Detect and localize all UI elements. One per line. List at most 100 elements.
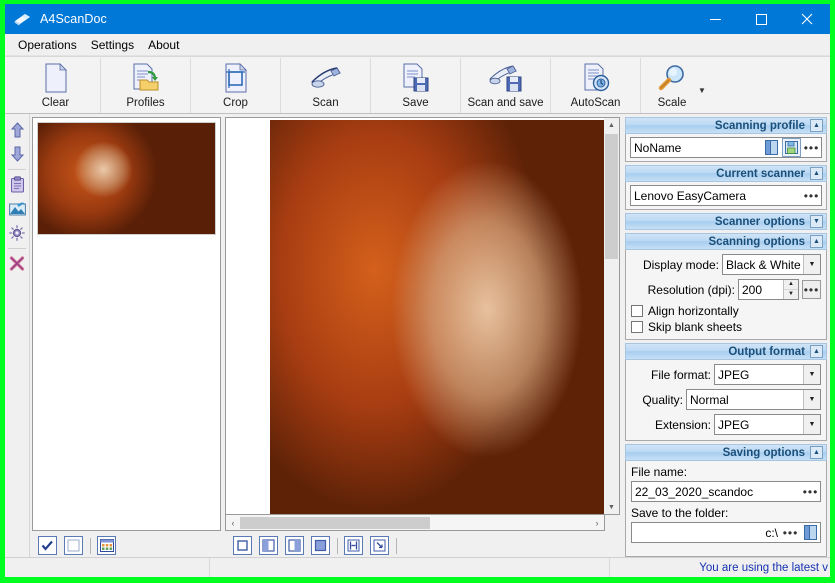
- preview-canvas[interactable]: [225, 117, 604, 515]
- zoom-actual-size-button[interactable]: [233, 536, 252, 555]
- output-format-header[interactable]: Output format ▲: [625, 343, 827, 360]
- horizontal-scroll-thumb[interactable]: [240, 517, 430, 529]
- file-name-input[interactable]: 22_03_2020_scandoc •••: [631, 481, 821, 502]
- vertical-scroll-track[interactable]: [604, 132, 619, 500]
- resolution-increment-icon[interactable]: ▲: [784, 280, 798, 290]
- scanning-options-header[interactable]: Scanning options ▲: [625, 233, 827, 250]
- scroll-up-button[interactable]: ▲: [604, 118, 619, 132]
- quality-value: Normal: [690, 393, 803, 407]
- fit-width-button[interactable]: [344, 536, 363, 555]
- resolution-decrement-icon[interactable]: ▼: [784, 290, 798, 300]
- preview-horizontal-scrollbar[interactable]: ‹ ›: [225, 515, 605, 531]
- list-item[interactable]: [37, 122, 216, 235]
- maximize-button[interactable]: [738, 4, 784, 34]
- toolbar-scale-button[interactable]: Scale ▼: [641, 58, 723, 113]
- folder-more-button[interactable]: •••: [781, 523, 800, 542]
- rail-move-down-button[interactable]: [6, 142, 28, 165]
- menu-operations[interactable]: Operations: [11, 35, 84, 55]
- collapse-scanning-options-icon[interactable]: ▲: [810, 235, 823, 248]
- toolbar-autoscan-button[interactable]: AutoScan: [551, 58, 641, 113]
- options-panel: Scanning profile ▲ NoName: [622, 114, 830, 557]
- grid-view-button[interactable]: [97, 536, 116, 555]
- blank-page-icon: [39, 62, 73, 94]
- toolbar-clear-label: Clear: [42, 97, 69, 109]
- scale-dropdown-arrow-icon[interactable]: ▼: [691, 86, 713, 95]
- extension-chevron-down-icon[interactable]: ▼: [803, 415, 820, 434]
- quality-select[interactable]: Normal ▼: [686, 389, 821, 410]
- resolution-spin-buttons[interactable]: ▲ ▼: [783, 280, 798, 299]
- toolbar-scan-and-save-label: Scan and save: [467, 97, 543, 109]
- current-scanner-value: Lenovo EasyCamera: [634, 189, 801, 203]
- collapse-output-format-icon[interactable]: ▲: [810, 345, 823, 358]
- file-format-chevron-down-icon[interactable]: ▼: [803, 365, 820, 384]
- current-scanner-header[interactable]: Current scanner ▲: [625, 165, 827, 182]
- scanner-options-header[interactable]: Scanner options ▼: [625, 213, 827, 230]
- zoom-fill-button[interactable]: [311, 536, 330, 555]
- current-scanner-more-button[interactable]: •••: [802, 186, 821, 205]
- skip-blank-sheets-row[interactable]: Skip blank sheets: [631, 320, 821, 334]
- current-scanner-row: Lenovo EasyCamera •••: [630, 185, 822, 206]
- clipboard-icon: [10, 176, 25, 193]
- select-all-button[interactable]: [38, 536, 57, 555]
- quality-chevron-down-icon[interactable]: ▼: [803, 390, 820, 409]
- brightness-icon: [9, 225, 25, 241]
- resolution-more-button[interactable]: •••: [802, 280, 821, 299]
- close-button[interactable]: [784, 4, 830, 34]
- menu-about[interactable]: About: [141, 35, 186, 55]
- toolbar-save-button[interactable]: Save: [371, 58, 461, 113]
- thumbnail-list[interactable]: [32, 117, 221, 531]
- display-mode-select[interactable]: Black & White ▼: [722, 254, 821, 275]
- status-message[interactable]: You are using the latest v: [610, 558, 830, 578]
- title-bar: A4ScanDoc: [5, 4, 830, 34]
- horizontal-scroll-track[interactable]: [240, 516, 590, 530]
- toolbar-scan-and-save-button[interactable]: Scan and save: [461, 58, 551, 113]
- scanning-profile-more-button[interactable]: •••: [802, 138, 821, 157]
- file-name-more-button[interactable]: •••: [801, 482, 820, 501]
- vertical-scroll-thumb[interactable]: [605, 134, 618, 259]
- fit-height-icon: [373, 539, 386, 552]
- collapse-scanning-profile-icon[interactable]: ▲: [810, 119, 823, 132]
- scanned-page-preview[interactable]: [270, 120, 604, 515]
- folder-input[interactable]: c:\ •••: [631, 522, 821, 543]
- align-horizontally-row[interactable]: Align horizontally: [631, 304, 821, 318]
- display-mode-chevron-down-icon[interactable]: ▼: [803, 255, 820, 274]
- rail-delete-button[interactable]: [6, 252, 28, 275]
- preview-photo: [270, 120, 604, 515]
- folder-browse-button[interactable]: [801, 523, 820, 542]
- scanning-profile-header[interactable]: Scanning profile ▲: [625, 117, 827, 134]
- fit-height-button[interactable]: [370, 536, 389, 555]
- current-scanner-input[interactable]: Lenovo EasyCamera •••: [630, 185, 822, 206]
- zoom-half-button[interactable]: [259, 536, 278, 555]
- output-format-body: File format: JPEG ▼ Quality: Normal ▼ Ex…: [625, 360, 827, 441]
- toolbar-crop-button[interactable]: Crop: [191, 58, 281, 113]
- collapse-saving-options-icon[interactable]: ▲: [810, 446, 823, 459]
- output-format-title: Output format: [728, 346, 805, 358]
- minimize-button[interactable]: [692, 4, 738, 34]
- skip-blank-sheets-checkbox[interactable]: [631, 321, 643, 333]
- extension-select[interactable]: JPEG ▼: [714, 414, 821, 435]
- collapse-current-scanner-icon[interactable]: ▲: [810, 167, 823, 180]
- toolbar-profiles-button[interactable]: Profiles: [101, 58, 191, 113]
- scroll-left-button[interactable]: ‹: [226, 518, 240, 528]
- toolbar-clear-button[interactable]: Clear: [11, 58, 101, 113]
- save-profile-button[interactable]: [782, 138, 801, 157]
- zoom-page-button[interactable]: [285, 536, 304, 555]
- open-profile-button[interactable]: [762, 138, 781, 157]
- align-horizontally-checkbox[interactable]: [631, 305, 643, 317]
- scanner-icon: [309, 62, 343, 94]
- toolbar-scan-button[interactable]: Scan: [281, 58, 371, 113]
- scanning-profile-input[interactable]: NoName: [630, 137, 822, 158]
- resolution-stepper[interactable]: 200 ▲ ▼: [738, 279, 799, 300]
- rail-clipboard-button[interactable]: [6, 173, 28, 196]
- saving-options-header[interactable]: Saving options ▲: [625, 444, 827, 461]
- rail-rotate-image-button[interactable]: [6, 197, 28, 220]
- file-format-select[interactable]: JPEG ▼: [714, 364, 821, 385]
- preview-vertical-scrollbar[interactable]: ▲ ▼: [604, 117, 620, 515]
- rail-brightness-button[interactable]: [6, 221, 28, 244]
- expand-scanner-options-icon[interactable]: ▼: [810, 215, 823, 228]
- deselect-all-button[interactable]: [64, 536, 83, 555]
- scroll-right-button[interactable]: ›: [590, 518, 604, 528]
- scroll-down-button[interactable]: ▼: [604, 500, 619, 514]
- rail-move-up-button[interactable]: [6, 118, 28, 141]
- menu-settings[interactable]: Settings: [84, 35, 141, 55]
